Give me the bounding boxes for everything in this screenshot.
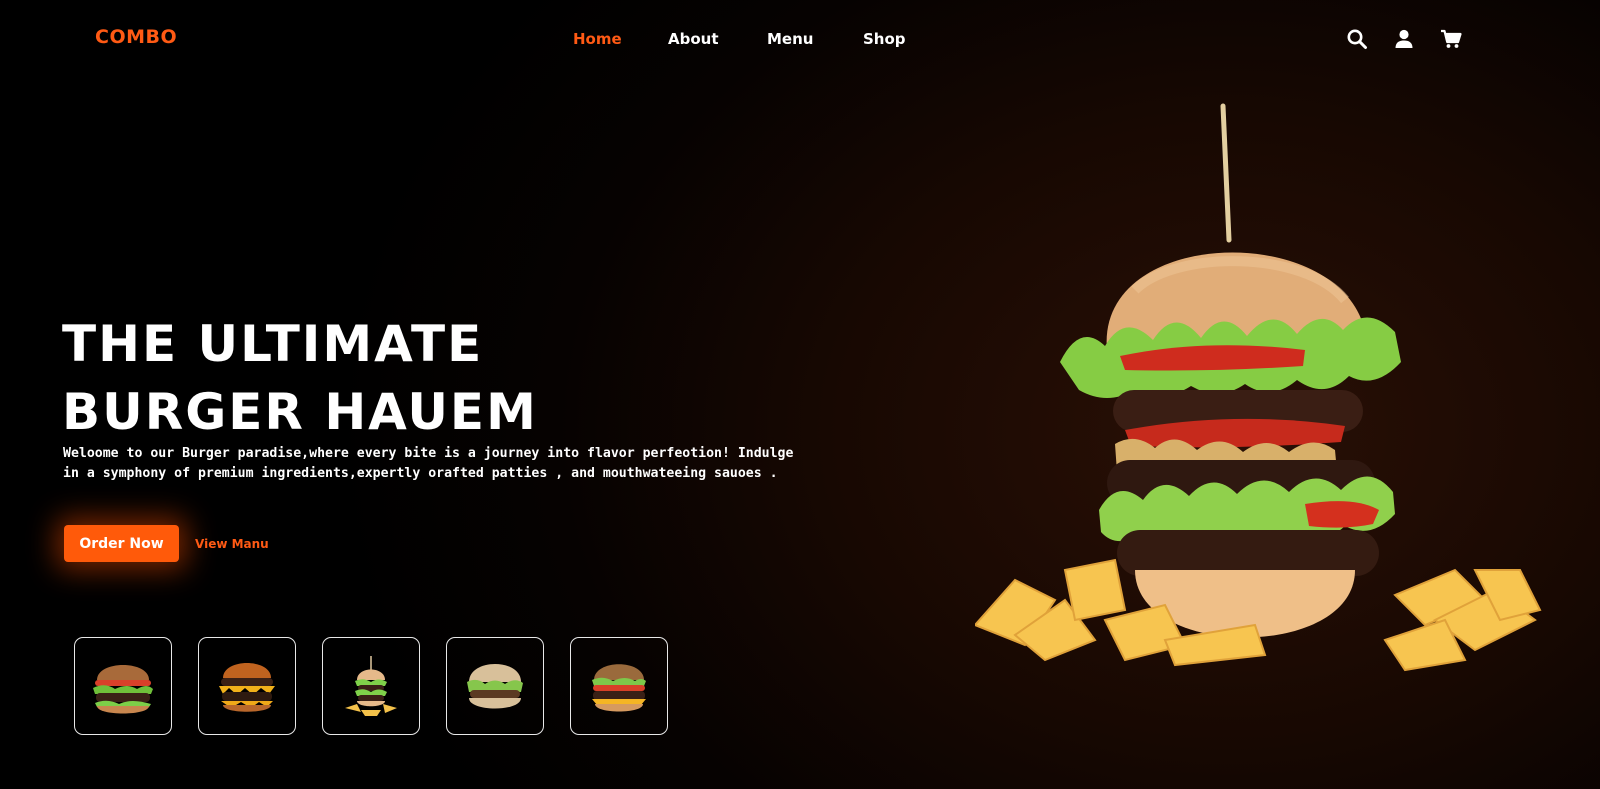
burger-thumbnail-5[interactable] (570, 637, 668, 735)
cart-icon[interactable] (1440, 28, 1462, 50)
burger-image-2 (219, 663, 275, 712)
hero-title-line-1: THE ULTIMATE (62, 315, 484, 373)
order-now-button[interactable]: Order Now (64, 525, 179, 562)
burger-thumbnail-3[interactable] (322, 637, 420, 735)
burger-image-5 (592, 664, 646, 712)
nav-link-menu[interactable]: Menu (767, 30, 813, 48)
burger-thumbnail-4[interactable] (446, 637, 544, 735)
nav-link-about[interactable]: About (668, 30, 719, 48)
logo[interactable]: COMBO (95, 26, 177, 48)
view-menu-link[interactable]: View Manu (195, 537, 269, 551)
nav-link-shop[interactable]: Shop (863, 30, 906, 48)
hero-title-line-2: BURGER HAUEM (62, 383, 538, 441)
search-icon[interactable] (1346, 28, 1368, 50)
hero-burger-image (975, 103, 1542, 672)
navbar: COMBO Home About Menu Shop (0, 0, 1600, 80)
burger-image-1 (93, 665, 153, 714)
hero-title: THE ULTIMATE BURGER HAUEM (62, 310, 582, 446)
burger-thumbnail-1[interactable] (74, 637, 172, 735)
burger-thumbnail-2[interactable] (198, 637, 296, 735)
hero-description: Weloome to our Burger paradise,where eve… (63, 446, 794, 481)
user-icon[interactable] (1393, 28, 1415, 50)
burger-image-4 (467, 664, 523, 709)
nav-link-home[interactable]: Home (573, 30, 622, 48)
burger-image-3 (345, 656, 397, 716)
